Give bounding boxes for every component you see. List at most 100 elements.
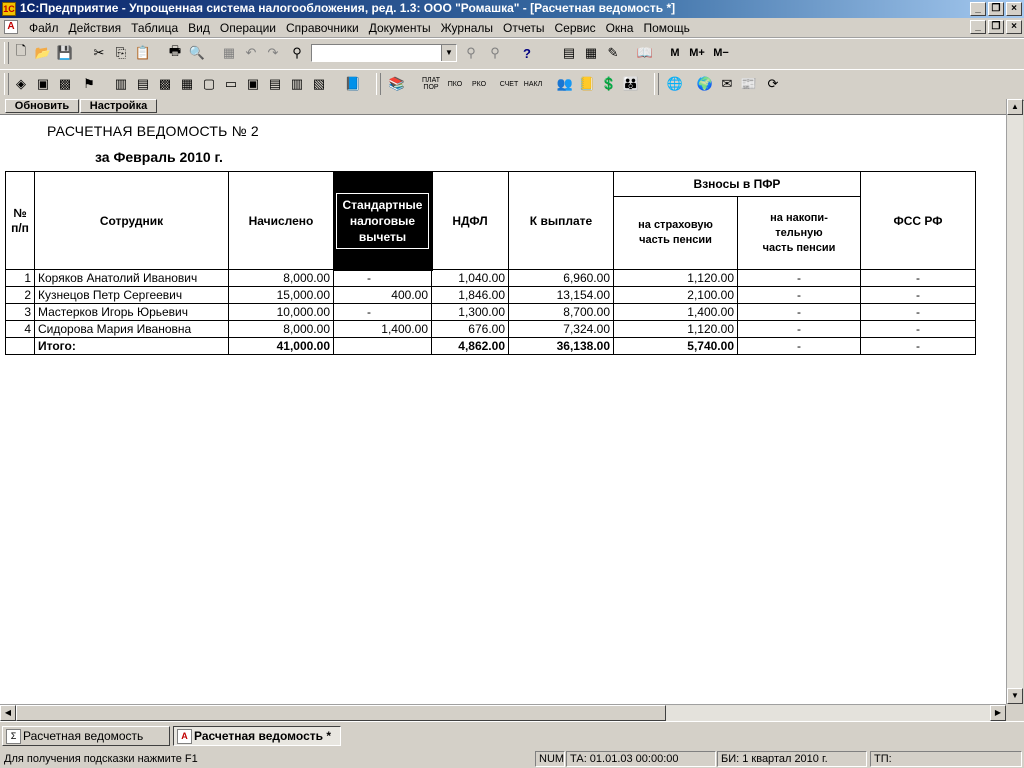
table-row[interactable]: 1 Коряков Анатолий Иванович 8,000.00 - 1… <box>5 269 976 287</box>
report-balance-icon[interactable]: ▥ <box>112 75 130 93</box>
menu-windows[interactable]: Окна <box>601 21 639 35</box>
chart-of-accounts-icon[interactable]: ◈ <box>12 75 30 93</box>
calendar-icon[interactable]: ▦ <box>582 44 600 62</box>
cell-deductions[interactable]: - <box>333 303 432 321</box>
cell-pfr-insurance[interactable]: 2,100.00 <box>613 286 738 304</box>
cell-employee[interactable]: Сидорова Мария Ивановна <box>34 320 229 338</box>
app-icon[interactable]: 1С <box>2 2 16 16</box>
paste-icon[interactable]: 📋 <box>134 44 152 62</box>
news-icon[interactable]: 📰 <box>740 75 758 93</box>
invoice-button[interactable]: СЧЕТ <box>500 75 518 93</box>
total-accrued[interactable]: 41,000.00 <box>228 337 334 355</box>
vertical-scrollbar[interactable]: ▲ ▼ <box>1006 99 1023 704</box>
mail-icon[interactable]: ✉ <box>718 75 736 93</box>
globe-icon[interactable]: 🌐 <box>666 75 684 93</box>
total-payout[interactable]: 36,138.00 <box>508 337 614 355</box>
cell-pfr-funded[interactable]: - <box>737 303 861 321</box>
cell-accrued[interactable]: 8,000.00 <box>228 269 334 287</box>
employees-icon[interactable]: 👥 <box>556 75 574 93</box>
table-row[interactable]: 4 Сидорова Мария Ивановна 8,000.00 1,400… <box>5 320 976 338</box>
chevron-down-icon[interactable]: ▼ <box>441 45 456 61</box>
cell-num[interactable] <box>5 337 35 355</box>
cell-employee[interactable]: Мастерков Игорь Юрьевич <box>34 303 229 321</box>
toolbar-grip[interactable] <box>4 42 9 64</box>
delete-icon[interactable]: ▦ <box>220 44 238 62</box>
restore-button[interactable]: ❐ <box>988 2 1004 16</box>
find-binoculars-icon[interactable]: ⚲ <box>288 44 306 62</box>
books-icon[interactable]: 📘 <box>344 75 362 93</box>
cut-icon[interactable]: ✂ <box>90 44 108 62</box>
memory-minus-button[interactable]: М− <box>711 44 731 62</box>
cell-accrued[interactable]: 8,000.00 <box>228 320 334 338</box>
toolbar-grip[interactable] <box>4 73 9 95</box>
cell-payout[interactable]: 8,700.00 <box>508 303 614 321</box>
cell-fss[interactable]: - <box>860 303 976 321</box>
menu-reports[interactable]: Отчеты <box>498 21 549 35</box>
report-card-icon[interactable]: ▭ <box>222 75 240 93</box>
report-sheet-icon[interactable]: ▤ <box>134 75 152 93</box>
header-deductions[interactable]: Стандартные налоговые вычеты <box>332 170 433 271</box>
cell-num[interactable]: 2 <box>5 286 35 304</box>
currency-icon[interactable]: 💲 <box>600 75 618 93</box>
total-pfr-insurance[interactable]: 5,740.00 <box>613 337 738 355</box>
report-journal-icon[interactable]: ▣ <box>244 75 262 93</box>
total-ndfl[interactable]: 4,862.00 <box>431 337 509 355</box>
scroll-left-icon[interactable]: ◀ <box>0 705 16 721</box>
scroll-up-icon[interactable]: ▲ <box>1007 99 1023 115</box>
redo-icon[interactable]: ↷ <box>264 44 282 62</box>
total-row[interactable]: Итого: 41,000.00 4,862.00 36,138.00 5,74… <box>5 337 976 355</box>
report-sheet[interactable]: РАСЧЕТНАЯ ВЕДОМОСТЬ № 2 за Февраль 2010 … <box>0 115 1006 704</box>
menu-file[interactable]: Файл <box>24 21 64 35</box>
table-row[interactable]: 2 Кузнецов Петр Сергеевич 15,000.00 400.… <box>5 286 976 304</box>
report-graph-icon[interactable]: ▧ <box>310 75 328 93</box>
cell-deductions[interactable]: 1,400.00 <box>333 320 432 338</box>
cash-expense-button[interactable]: РКО <box>470 75 488 93</box>
memory-m-button[interactable]: М <box>665 44 685 62</box>
cell-pfr-funded[interactable]: - <box>737 286 861 304</box>
help-icon[interactable]: ? <box>518 44 536 62</box>
cell-ndfl[interactable]: 1,846.00 <box>431 286 509 304</box>
calculator-icon[interactable]: ▤ <box>560 44 578 62</box>
cell-num[interactable]: 4 <box>5 320 35 338</box>
undo-icon[interactable]: ↶ <box>242 44 260 62</box>
subconto-icon[interactable]: ⚑ <box>80 75 98 93</box>
doc-minimize-button[interactable]: _ <box>970 20 986 34</box>
cell-payout[interactable]: 13,154.00 <box>508 286 614 304</box>
library-icon[interactable]: 📚 <box>388 75 406 93</box>
horizontal-scroll-thumb[interactable] <box>16 705 666 721</box>
open-folder-icon[interactable]: 📂 <box>34 44 52 62</box>
menu-operations[interactable]: Операции <box>215 21 281 35</box>
cell-ndfl[interactable]: 676.00 <box>431 320 509 338</box>
copy-icon[interactable]: ⎘ <box>112 44 130 62</box>
memory-plus-button[interactable]: М+ <box>687 44 707 62</box>
menu-help[interactable]: Помощь <box>638 21 694 35</box>
tab-payroll-report-2[interactable]: A Расчетная ведомость * <box>173 726 341 746</box>
settings-button[interactable]: Настройка <box>80 99 157 113</box>
toolbar-grip[interactable] <box>654 73 659 95</box>
toolbar-grip[interactable] <box>376 73 381 95</box>
menu-actions[interactable]: Действия <box>64 21 127 35</box>
menu-view[interactable]: Вид <box>183 21 215 35</box>
cell-pfr-insurance[interactable]: 1,120.00 <box>613 269 738 287</box>
cell-fss[interactable]: - <box>860 269 976 287</box>
menu-table[interactable]: Таблица <box>126 21 183 35</box>
report-analysis-icon[interactable]: ▦ <box>178 75 196 93</box>
internet-icon[interactable]: 🌍 <box>696 75 714 93</box>
menu-service[interactable]: Сервис <box>549 21 600 35</box>
document-icon[interactable]: A <box>4 20 18 34</box>
cell-payout[interactable]: 7,324.00 <box>508 320 614 338</box>
cell-pfr-funded[interactable]: - <box>737 269 861 287</box>
menu-journals[interactable]: Журналы <box>436 21 498 35</box>
find-prev-icon[interactable]: ⚲ <box>486 44 504 62</box>
tip-icon[interactable]: ✎ <box>604 44 622 62</box>
menu-references[interactable]: Справочники <box>281 21 364 35</box>
report-chess-icon[interactable]: ▩ <box>156 75 174 93</box>
payment-order-button[interactable]: ПЛАТ ПОР <box>422 75 440 93</box>
minimize-button[interactable]: _ <box>970 2 986 16</box>
doc-close-button[interactable]: × <box>1006 20 1022 34</box>
waybill-button[interactable]: НАКЛ <box>524 75 542 93</box>
print-icon[interactable]: 🖶 <box>166 43 184 62</box>
update-icon[interactable]: ⟳ <box>764 75 782 93</box>
menu-documents[interactable]: Документы <box>364 21 436 35</box>
report-register-icon[interactable]: ▤ <box>266 75 284 93</box>
